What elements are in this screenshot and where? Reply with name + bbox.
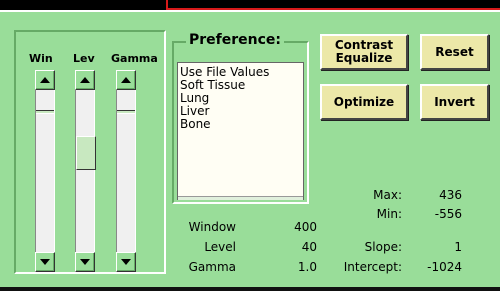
- min-label: Min:: [376, 207, 402, 221]
- gamma-label: Gamma: [188, 260, 236, 274]
- win-scroll-up-button[interactable]: [35, 70, 55, 90]
- win-slider-thumb[interactable]: [36, 110, 54, 114]
- max-label: Max:: [373, 188, 402, 202]
- arrow-down-icon: [40, 259, 50, 265]
- preference-list-edge: [178, 196, 303, 200]
- lev-slider-track[interactable]: [75, 90, 96, 252]
- slope-value: 1: [454, 240, 462, 254]
- gamma-scroll-down-button[interactable]: [116, 252, 136, 272]
- image-frame-border: [166, 0, 500, 10]
- win-slider-label: Win: [29, 52, 53, 65]
- gamma-value: 1.0: [297, 260, 317, 274]
- preference-option[interactable]: Bone: [180, 118, 301, 131]
- gamma-slider-track[interactable]: [116, 90, 136, 252]
- win-scroll-down-button[interactable]: [35, 252, 55, 272]
- contrast-equalize-label-line2: Equalize: [335, 51, 393, 65]
- contrast-equalize-button[interactable]: Contrast Equalize: [320, 34, 408, 70]
- preference-list[interactable]: Use File Values Soft Tissue Lung Liver B…: [177, 62, 304, 200]
- gamma-slider-label: Gamma: [111, 52, 158, 65]
- max-value: 436: [439, 188, 462, 202]
- arrow-down-icon: [121, 259, 131, 265]
- lev-slider-label: Lev: [73, 52, 95, 65]
- slope-label: Slope:: [364, 240, 402, 254]
- bottom-strip: [0, 287, 500, 291]
- gamma-scroll-up-button[interactable]: [116, 70, 136, 90]
- lev-slider-thumb[interactable]: [76, 136, 96, 170]
- level-label: Level: [204, 240, 236, 254]
- window-label: Window: [188, 220, 236, 234]
- lev-scroll-up-button[interactable]: [75, 70, 95, 90]
- arrow-down-icon: [80, 259, 90, 265]
- optimize-button[interactable]: Optimize: [320, 84, 408, 120]
- gamma-slider[interactable]: [116, 70, 136, 272]
- lev-slider[interactable]: [75, 70, 96, 272]
- window-value: 400: [294, 220, 317, 234]
- intercept-label: Intercept:: [343, 260, 402, 274]
- intercept-value: -1024: [427, 260, 462, 274]
- win-slider-track[interactable]: [35, 90, 55, 252]
- gamma-slider-thumb[interactable]: [117, 110, 135, 114]
- invert-button[interactable]: Invert: [420, 84, 489, 120]
- min-value: -556: [434, 207, 462, 221]
- preference-title: Preference:: [186, 32, 285, 48]
- level-value: 40: [301, 240, 317, 254]
- reset-button[interactable]: Reset: [420, 34, 489, 70]
- arrow-up-icon: [80, 77, 90, 83]
- win-slider[interactable]: [35, 70, 55, 272]
- lev-scroll-down-button[interactable]: [75, 252, 95, 272]
- arrow-up-icon: [40, 77, 50, 83]
- arrow-up-icon: [121, 77, 131, 83]
